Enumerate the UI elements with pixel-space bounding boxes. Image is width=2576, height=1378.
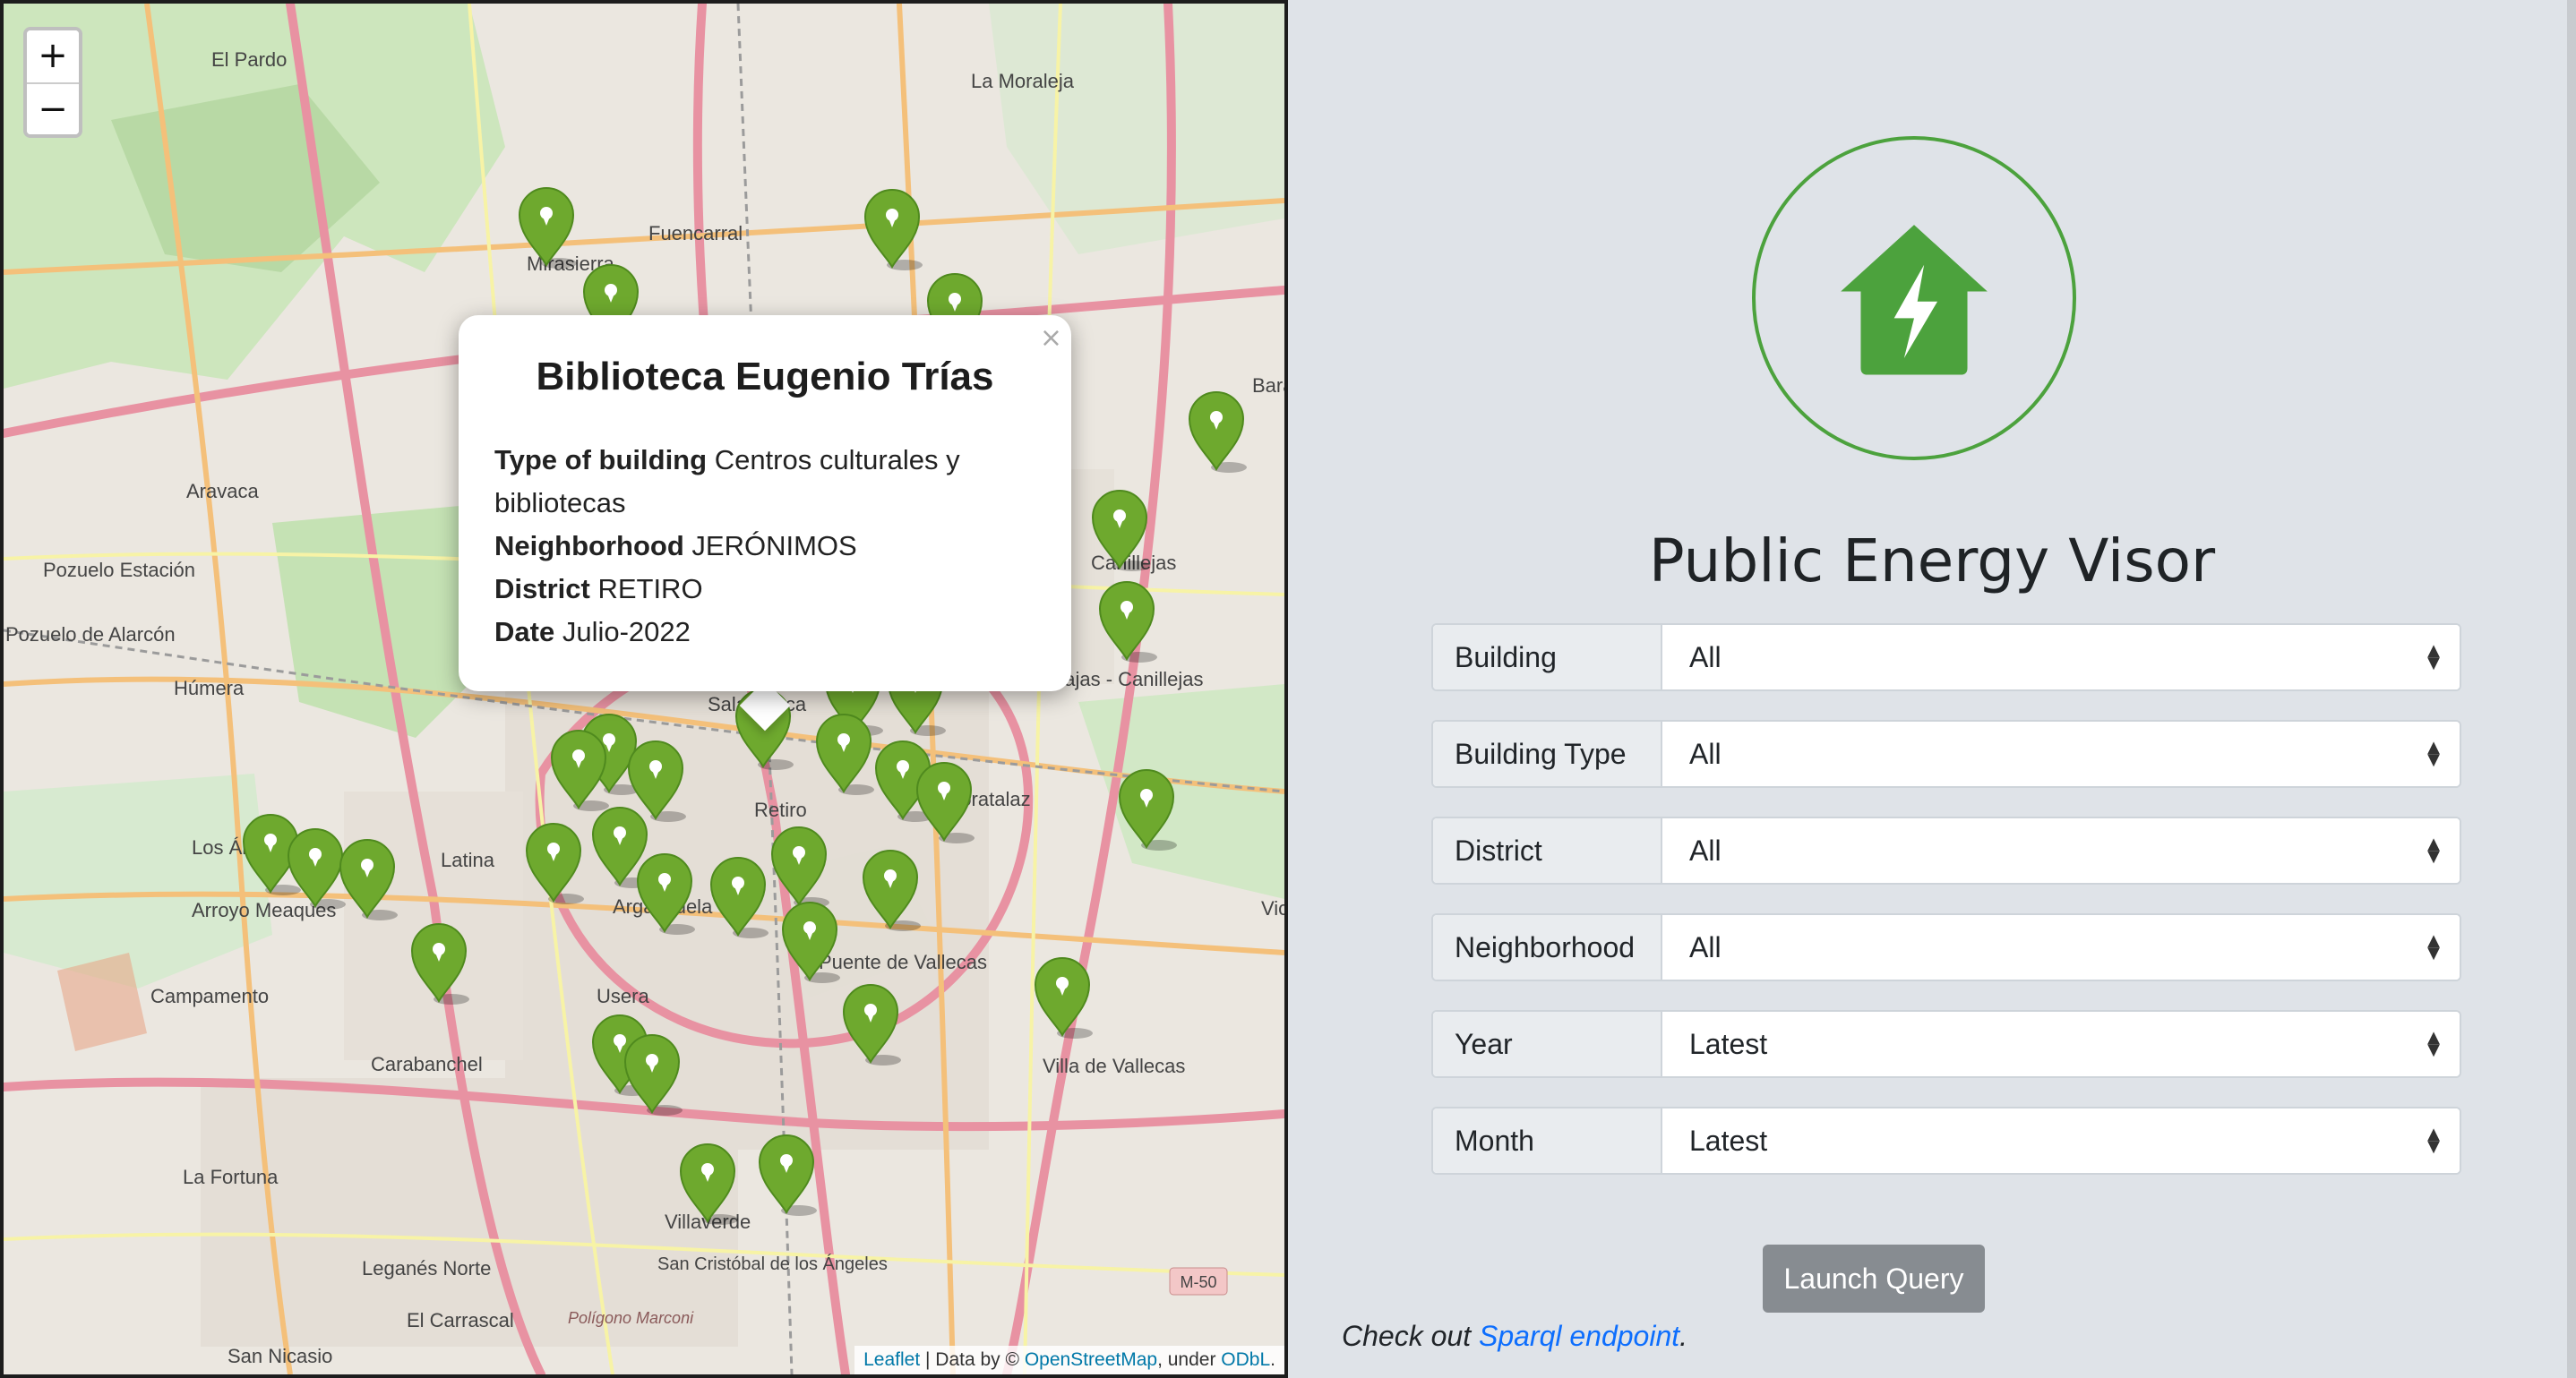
- popup-type-label: Type of building: [494, 444, 708, 475]
- popup-neighborhood-label: Neighborhood: [494, 530, 684, 561]
- zoom-out-button[interactable]: −: [27, 82, 79, 134]
- attribution-text: .: [1270, 1349, 1275, 1370]
- filter-form: Building All ▲ ▼ Building Type All ▲ ▼ Distr…: [1431, 623, 2461, 1203]
- select-value: All: [1689, 834, 1722, 867]
- popup-neighborhood-row: Neighborhood JERÓNIMOS: [494, 525, 1035, 568]
- select-value: All: [1689, 640, 1722, 673]
- house-bolt-icon: [1841, 225, 1988, 375]
- map-label: San Cristóbal de los Ángeles: [657, 1254, 888, 1274]
- map-label: Usera: [597, 985, 649, 1007]
- select-value: Latest: [1689, 1027, 1768, 1060]
- filter-label: Year: [1433, 1012, 1662, 1076]
- zoom-control: + −: [23, 27, 82, 138]
- sparql-endpoint-link[interactable]: Sparql endpoint: [1479, 1320, 1679, 1352]
- map-label: Aravaca: [186, 480, 259, 502]
- query-panel: Public Energy Visor Building All ▲ ▼ Build…: [1288, 0, 2576, 1378]
- popup-date-label: Date: [494, 616, 555, 647]
- map-label: Pozuelo de Alarcón: [5, 623, 176, 646]
- select-caret-icon: ▲ ▼: [2427, 835, 2440, 866]
- footer-suffix: .: [1679, 1320, 1688, 1352]
- select-caret-icon: ▲ ▼: [2427, 1125, 2440, 1156]
- zoom-in-button[interactable]: +: [27, 30, 79, 82]
- month-select[interactable]: Latest ▲ ▼: [1662, 1108, 2460, 1173]
- map-label: Vic: [1261, 897, 1284, 920]
- neighborhood-select[interactable]: All ▲ ▼: [1662, 915, 2460, 980]
- popup-district-row: District RETIRO: [494, 568, 1035, 611]
- select-value: All: [1689, 930, 1722, 963]
- map-label: Bara: [1252, 374, 1284, 397]
- map-attribution: Leaflet | Data by © OpenStreetMap, under…: [854, 1346, 1284, 1374]
- map-label: Campamento: [150, 985, 269, 1007]
- building-popup: × Biblioteca Eugenio Trías Type of build…: [459, 315, 1071, 691]
- filter-label: Building Type: [1433, 722, 1662, 786]
- filter-label: Month: [1433, 1108, 1662, 1173]
- filter-year: Year Latest ▲ ▼: [1431, 1010, 2461, 1078]
- select-value: All: [1689, 737, 1722, 770]
- footer-prefix: Check out: [1342, 1320, 1479, 1352]
- popup-date-value: Julio-2022: [562, 616, 691, 647]
- map-view[interactable]: El Pardo La Moraleja Fuencarral Mirasier…: [0, 0, 1288, 1378]
- map-label: Húmera: [174, 677, 245, 699]
- map-label: La Fortuna: [183, 1166, 279, 1188]
- filter-label: District: [1433, 818, 1662, 883]
- popup-district-value: RETIRO: [597, 573, 703, 604]
- map-label: Leganés Norte: [362, 1257, 491, 1280]
- select-caret-icon: ▲ ▼: [2427, 641, 2440, 672]
- m50-shield: M-50: [1169, 1267, 1228, 1296]
- map-label: Pozuelo Estación: [43, 559, 195, 581]
- building-type-select[interactable]: All ▲ ▼: [1662, 722, 2460, 786]
- map-label: Carabanchel: [371, 1053, 483, 1075]
- building-select[interactable]: All ▲ ▼: [1662, 625, 2460, 689]
- leaflet-link[interactable]: Leaflet: [863, 1349, 920, 1370]
- popup-title: Biblioteca Eugenio Trías: [536, 355, 994, 398]
- map-label: Retiro: [754, 799, 807, 821]
- attribution-text: | Data by ©: [920, 1349, 1025, 1370]
- map-label: Polígono Marconi: [568, 1309, 694, 1327]
- odbl-link[interactable]: ODbL: [1221, 1349, 1270, 1370]
- map-label: El Pardo: [211, 48, 287, 71]
- svg-text:M-50: M-50: [1180, 1273, 1216, 1291]
- filter-neighborhood: Neighborhood All ▲ ▼: [1431, 913, 2461, 981]
- map-label: La Moraleja: [971, 70, 1075, 92]
- osm-link[interactable]: OpenStreetMap: [1025, 1349, 1157, 1370]
- filter-label: Neighborhood: [1433, 915, 1662, 980]
- scrollbar[interactable]: [2567, 0, 2576, 1378]
- year-select[interactable]: Latest ▲ ▼: [1662, 1012, 2460, 1076]
- map-label: Fuencarral: [648, 222, 743, 244]
- map-label: El Carrascal: [407, 1309, 514, 1331]
- popup-date-row: Date Julio-2022: [494, 611, 1035, 654]
- filter-month: Month Latest ▲ ▼: [1431, 1107, 2461, 1175]
- district-select[interactable]: All ▲ ▼: [1662, 818, 2460, 883]
- filter-district: District All ▲ ▼: [1431, 817, 2461, 885]
- filter-building-type: Building Type All ▲ ▼: [1431, 720, 2461, 788]
- map-label: Puente de Vallecas: [819, 951, 987, 973]
- attribution-text: , under: [1157, 1349, 1222, 1370]
- map-label: Villa de Vallecas: [1043, 1055, 1185, 1077]
- filter-building: Building All ▲ ▼: [1431, 623, 2461, 691]
- select-caret-icon: ▲ ▼: [2427, 1028, 2440, 1059]
- select-caret-icon: ▲ ▼: [2427, 738, 2440, 769]
- select-value: Latest: [1689, 1124, 1768, 1157]
- page-title: Public Energy Visor: [1648, 526, 2216, 595]
- popup-close-button[interactable]: ×: [1040, 322, 1062, 354]
- filter-label: Building: [1433, 625, 1662, 689]
- app-logo: [1752, 136, 2076, 460]
- popup-neighborhood-value: JERÓNIMOS: [691, 530, 857, 561]
- map-label: Latina: [441, 849, 495, 871]
- popup-type-row: Type of building Centros culturales y bi…: [494, 439, 1035, 525]
- select-caret-icon: ▲ ▼: [2427, 931, 2440, 963]
- footer-note: Check out Sparql endpoint.: [1342, 1320, 1687, 1353]
- popup-district-label: District: [494, 573, 590, 604]
- map-label: San Nicasio: [228, 1345, 332, 1367]
- launch-query-button[interactable]: Launch Query: [1763, 1245, 1985, 1313]
